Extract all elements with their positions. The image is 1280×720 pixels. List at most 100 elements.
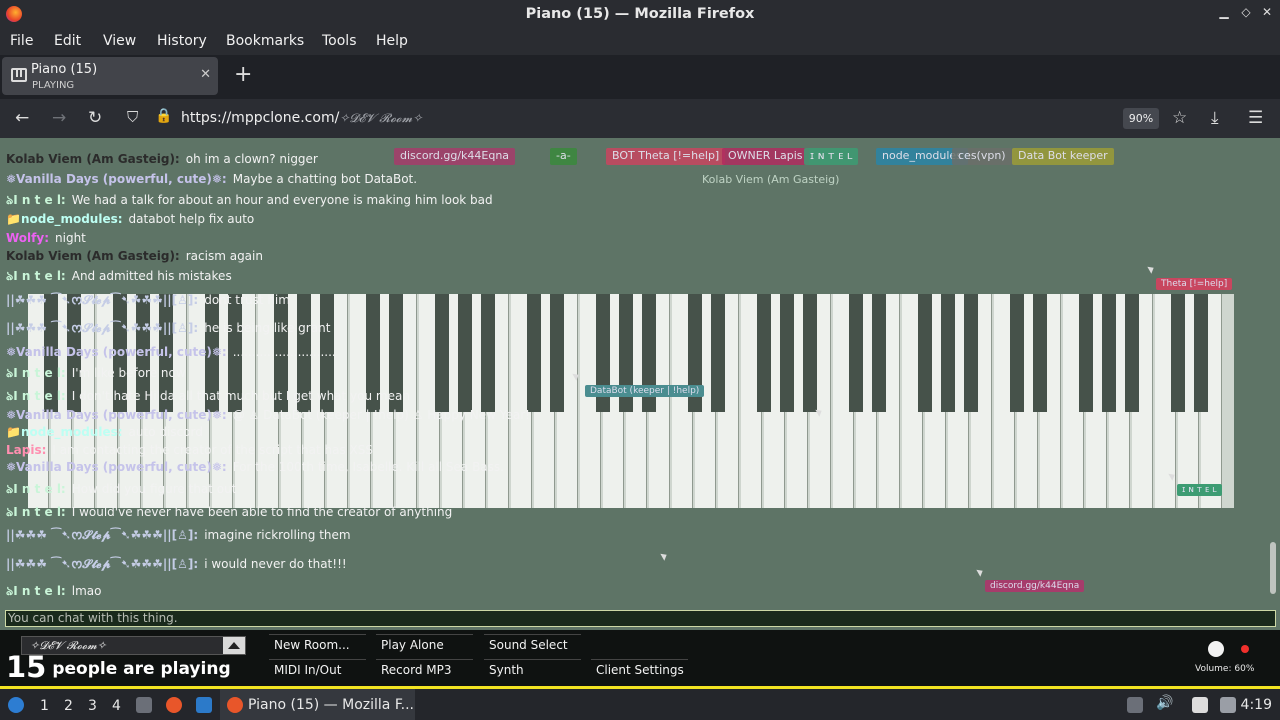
chat-message: 📁node_modules: databot help fix auto xyxy=(6,212,255,226)
piano-icon xyxy=(11,68,27,82)
maximize-icon[interactable]: ◇ xyxy=(1238,5,1254,19)
reload-icon[interactable]: ↻ xyxy=(88,108,102,128)
download-icon[interactable]: ⤓ xyxy=(1211,108,1219,128)
piano-black-key[interactable] xyxy=(757,294,771,412)
close-icon[interactable]: ✕ xyxy=(1259,5,1275,19)
tab-status: PLAYING xyxy=(32,80,75,91)
piano-black-key[interactable] xyxy=(1171,294,1185,412)
chat-input[interactable]: You can chat with this thing. xyxy=(5,610,1276,627)
chat-message: ঌI n t e l: And admitted his mistakes xyxy=(6,269,232,283)
volume-knob[interactable] xyxy=(1208,641,1224,657)
chat-message: ঌI n t e l: I would've never have been ab… xyxy=(6,505,453,519)
start-menu-icon[interactable] xyxy=(8,697,24,713)
client-settings-button[interactable]: Client Settings xyxy=(591,659,688,679)
piano-black-key[interactable] xyxy=(780,294,794,412)
user-tag: discord.gg/k44Eqna xyxy=(394,148,516,165)
chat-message: ঌI n t e l: I'm like before now xyxy=(6,366,186,380)
url-bar[interactable]: https://mppclone.com/✧𝓓𝓔𝓥 𝓡𝓸𝓸𝓶✧ xyxy=(181,110,422,126)
keyboard-icon[interactable] xyxy=(1127,697,1143,713)
display-icon[interactable] xyxy=(1220,697,1236,713)
chat-message: ঌI n t e l: How did you figure that out xyxy=(6,482,237,496)
new-tab-icon[interactable]: + xyxy=(234,62,252,87)
piano-black-key[interactable] xyxy=(435,294,449,412)
chat-message: ❅Vanilla Days (powerful, cute)❅:........… xyxy=(6,345,336,359)
synth-button[interactable]: Synth xyxy=(484,659,581,679)
minimize-icon[interactable]: ▁ xyxy=(1216,5,1232,19)
chat-message: 📁node_modules: auto discord xyxy=(6,425,203,439)
tab-bar: Piano (15) PLAYING ✕ + xyxy=(0,55,1280,99)
piano-black-key[interactable] xyxy=(918,294,932,412)
chat-message: Lapis: I am contacting the creator of the… xyxy=(6,443,373,457)
chat-message: Kolab Viem (Am Gasteig): racism again xyxy=(6,249,263,263)
app-menu-icon[interactable]: ☰ xyxy=(1248,108,1263,128)
piano-black-key[interactable] xyxy=(1033,294,1047,412)
tab-close-icon[interactable]: ✕ xyxy=(200,67,211,82)
piano-black-key[interactable] xyxy=(1194,294,1208,412)
menu-tools[interactable]: Tools xyxy=(322,33,357,49)
tab-piano[interactable]: Piano (15) PLAYING ✕ xyxy=(2,57,218,95)
window-titlebar: Piano (15) — Mozilla Firefox ▁ ◇ ✕ xyxy=(0,0,1280,29)
menu-bar: File Edit View History Bookmarks Tools H… xyxy=(0,29,1280,55)
bookmark-star-icon[interactable]: ☆ xyxy=(1172,108,1187,128)
record-mp3-button[interactable]: Record MP3 xyxy=(376,659,473,679)
piano-black-key[interactable] xyxy=(550,294,564,412)
taskbar-window-label: Piano (15) — Mozilla F... xyxy=(248,697,414,713)
user-tag: Data Bot keeper xyxy=(1012,148,1114,165)
clipboard-icon[interactable] xyxy=(1192,697,1208,713)
tab-title: Piano (15) xyxy=(31,62,98,77)
files-icon[interactable] xyxy=(136,697,152,713)
user-cursor-label: Theta [!=help] xyxy=(1156,278,1233,290)
player-count-number: 15 xyxy=(6,650,47,684)
user-cursor-label: ɪ ɴ ᴛ ᴇ ʟ xyxy=(1177,484,1222,496)
piano-black-key[interactable] xyxy=(1102,294,1116,412)
piano-black-key[interactable] xyxy=(941,294,955,412)
piano-black-key[interactable] xyxy=(803,294,817,412)
player-count-label: people are playing xyxy=(52,659,231,679)
piano-black-key[interactable] xyxy=(1010,294,1024,412)
shield-icon[interactable]: ⛉ xyxy=(127,108,138,126)
volume-icon[interactable]: 🔊 xyxy=(1156,695,1173,711)
url-prefix: https://mppclone.com/ xyxy=(181,110,340,126)
workspace-1[interactable]: 1 xyxy=(40,698,49,714)
piano-black-key[interactable] xyxy=(872,294,886,412)
nav-bar: ← → ↻ ⛉ 🔒 https://mppclone.com/✧𝓓𝓔𝓥 𝓡𝓸𝓸𝓶… xyxy=(0,99,1280,138)
chat-message: ||☘☘☘ ⁀➷ᰔ𝓢𝓽𝓮𝓹⁀➷☘☘☘||[♙]: he is being like… xyxy=(6,321,331,335)
play-alone-button[interactable]: Play Alone xyxy=(376,634,473,654)
sound-select-button[interactable]: Sound Select xyxy=(484,634,581,654)
record-indicator xyxy=(1241,645,1249,653)
menu-help[interactable]: Help xyxy=(376,33,408,49)
zoom-level[interactable]: 90% xyxy=(1123,108,1159,129)
user-tag: -a- xyxy=(550,148,577,165)
new-room-button[interactable]: New Room... xyxy=(269,634,366,654)
workspace-3[interactable]: 3 xyxy=(88,698,97,714)
menu-bookmarks[interactable]: Bookmarks xyxy=(226,33,304,49)
piano-black-key[interactable] xyxy=(527,294,541,412)
piano-black-key[interactable] xyxy=(711,294,725,412)
chat-message: ❅Vanilla Days (powerful, cute)❅: Maybe a … xyxy=(6,172,418,186)
piano-black-key[interactable] xyxy=(481,294,495,412)
bottom-controls: ✧𝓓𝓔𝓥 𝓡𝓸𝓸𝓶✧ 15 people are playing New Room… xyxy=(0,630,1280,686)
menu-file[interactable]: File xyxy=(10,33,33,49)
piano-black-key[interactable] xyxy=(964,294,978,412)
taskbar-window-firefox[interactable]: Piano (15) — Mozilla F... xyxy=(220,689,415,720)
menu-view[interactable]: View xyxy=(103,33,136,49)
chat-message: ❅Vanilla Days (powerful, cute)❅: @ ♙ Data… xyxy=(6,408,530,422)
lock-icon[interactable]: 🔒 xyxy=(155,108,172,124)
firefox-launcher-icon[interactable] xyxy=(166,697,182,713)
chat-message: Wolfy: night xyxy=(6,231,86,245)
terminal-icon[interactable] xyxy=(196,697,212,713)
piano-black-key[interactable] xyxy=(849,294,863,412)
midi-button[interactable]: MIDI In/Out xyxy=(269,659,366,679)
user-tag: OWNER Lapis xyxy=(722,148,809,165)
menu-history[interactable]: History xyxy=(157,33,207,49)
user-tag: ces(vpn) xyxy=(952,148,1012,165)
back-icon[interactable]: ← xyxy=(15,108,29,128)
piano-black-key[interactable] xyxy=(458,294,472,412)
forward-icon[interactable]: → xyxy=(52,108,66,128)
chat-scrollbar[interactable] xyxy=(1270,542,1276,594)
piano-black-key[interactable] xyxy=(1125,294,1139,412)
workspace-2[interactable]: 2 xyxy=(64,698,73,714)
menu-edit[interactable]: Edit xyxy=(54,33,81,49)
workspace-4[interactable]: 4 xyxy=(112,698,121,714)
piano-black-key[interactable] xyxy=(1079,294,1093,412)
